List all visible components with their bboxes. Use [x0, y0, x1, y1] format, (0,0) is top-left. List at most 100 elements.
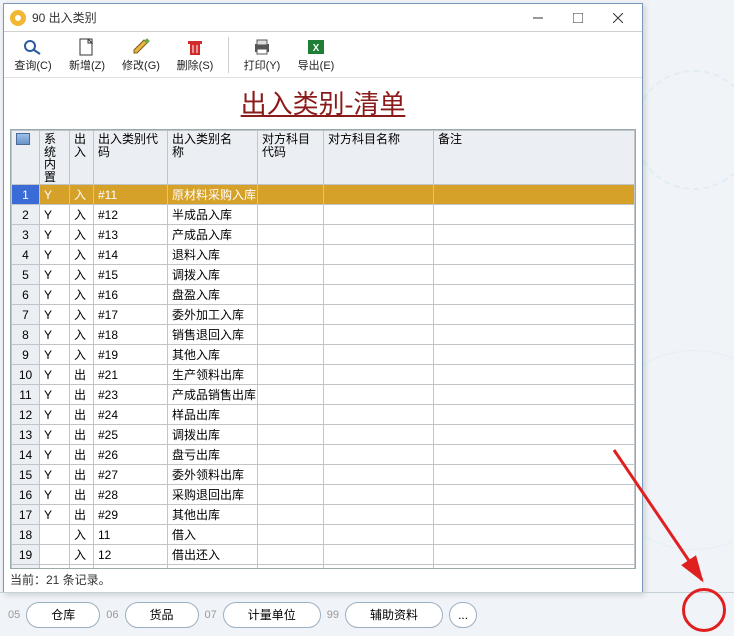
- cell[interactable]: Y: [40, 405, 70, 425]
- cell[interactable]: 借出还入: [168, 545, 258, 565]
- cell[interactable]: Y: [40, 305, 70, 325]
- row-number[interactable]: 19: [12, 545, 40, 565]
- cell[interactable]: [434, 185, 635, 205]
- cell[interactable]: [324, 285, 434, 305]
- cell[interactable]: [324, 245, 434, 265]
- cell[interactable]: [324, 325, 434, 345]
- cell[interactable]: [258, 385, 324, 405]
- cell[interactable]: #16: [94, 285, 168, 305]
- cell[interactable]: [434, 485, 635, 505]
- minimize-button[interactable]: [518, 5, 558, 31]
- cell[interactable]: 出: [70, 465, 94, 485]
- cell[interactable]: [40, 565, 70, 569]
- cell[interactable]: 12: [94, 545, 168, 565]
- data-grid[interactable]: 系统 内置 出 入 出入类别代 码 出入类别名 称 对方科目 代码 对方科目名称…: [10, 129, 636, 569]
- col-code[interactable]: 出入类别代 码: [94, 131, 168, 185]
- cell[interactable]: 销售退回入库: [168, 325, 258, 345]
- cell[interactable]: 入: [70, 525, 94, 545]
- cell[interactable]: #17: [94, 305, 168, 325]
- row-number[interactable]: 2: [12, 205, 40, 225]
- cell[interactable]: #26: [94, 445, 168, 465]
- table-row[interactable]: 1Y入#11原材料采购入库: [12, 185, 635, 205]
- delete-button[interactable]: 删除(S): [172, 37, 218, 73]
- row-number[interactable]: 9: [12, 345, 40, 365]
- new-button[interactable]: 新增(Z): [64, 37, 110, 73]
- col-remark[interactable]: 备注: [434, 131, 635, 185]
- row-number[interactable]: 15: [12, 465, 40, 485]
- cell[interactable]: [434, 565, 635, 569]
- auxiliary-button[interactable]: 辅助资料: [345, 602, 443, 628]
- row-number[interactable]: 13: [12, 425, 40, 445]
- cell[interactable]: 产成品入库: [168, 225, 258, 245]
- cell[interactable]: Y: [40, 485, 70, 505]
- cell[interactable]: 入: [70, 265, 94, 285]
- cell[interactable]: [324, 225, 434, 245]
- cell[interactable]: Y: [40, 425, 70, 445]
- cell[interactable]: 采购退回出库: [168, 485, 258, 505]
- cell[interactable]: [324, 445, 434, 465]
- table-row[interactable]: 7Y入#17委外加工入库: [12, 305, 635, 325]
- cell[interactable]: [258, 545, 324, 565]
- cell[interactable]: [258, 525, 324, 545]
- cell[interactable]: Y: [40, 385, 70, 405]
- cell[interactable]: 样品出库: [168, 405, 258, 425]
- row-number[interactable]: 17: [12, 505, 40, 525]
- cell[interactable]: [324, 405, 434, 425]
- cell[interactable]: Y: [40, 205, 70, 225]
- cell[interactable]: 委外领料出库: [168, 465, 258, 485]
- cell[interactable]: #25: [94, 425, 168, 445]
- cell[interactable]: [324, 305, 434, 325]
- cell[interactable]: [258, 365, 324, 385]
- cell[interactable]: #19: [94, 345, 168, 365]
- table-row[interactable]: 14Y出#26盘亏出库: [12, 445, 635, 465]
- cell[interactable]: 原材料采购入库: [168, 185, 258, 205]
- table-row[interactable]: 15Y出#27委外领料出库: [12, 465, 635, 485]
- cell[interactable]: [258, 425, 324, 445]
- edit-button[interactable]: 修改(G): [118, 37, 164, 73]
- table-row[interactable]: 8Y入#18销售退回入库: [12, 325, 635, 345]
- cell[interactable]: [324, 525, 434, 545]
- cell[interactable]: 出: [70, 425, 94, 445]
- cell[interactable]: 调拨出库: [168, 425, 258, 445]
- cell[interactable]: [324, 565, 434, 569]
- row-number[interactable]: 10: [12, 365, 40, 385]
- table-row[interactable]: 9Y入#19其他入库: [12, 345, 635, 365]
- cell[interactable]: [434, 445, 635, 465]
- cell[interactable]: Y: [40, 345, 70, 365]
- cell[interactable]: [324, 185, 434, 205]
- cell[interactable]: 盘盈入库: [168, 285, 258, 305]
- cell[interactable]: [434, 305, 635, 325]
- cell[interactable]: [258, 445, 324, 465]
- cell[interactable]: 生产领料出库: [168, 365, 258, 385]
- table-row[interactable]: 19入12借出还入: [12, 545, 635, 565]
- cell[interactable]: [324, 365, 434, 385]
- cell[interactable]: 入: [70, 205, 94, 225]
- row-number[interactable]: 18: [12, 525, 40, 545]
- row-number[interactable]: 7: [12, 305, 40, 325]
- cell[interactable]: [434, 465, 635, 485]
- cell[interactable]: [434, 505, 635, 525]
- row-number[interactable]: 20: [12, 565, 40, 569]
- cell[interactable]: [40, 525, 70, 545]
- row-number[interactable]: 11: [12, 385, 40, 405]
- cell[interactable]: [434, 345, 635, 365]
- cell[interactable]: #15: [94, 265, 168, 285]
- cell[interactable]: [258, 345, 324, 365]
- row-number[interactable]: 14: [12, 445, 40, 465]
- row-number[interactable]: 4: [12, 245, 40, 265]
- cell[interactable]: 11: [94, 525, 168, 545]
- row-number[interactable]: 12: [12, 405, 40, 425]
- table-row[interactable]: 12Y出#24样品出库: [12, 405, 635, 425]
- cell[interactable]: [434, 525, 635, 545]
- table-row[interactable]: 13Y出#25调拨出库: [12, 425, 635, 445]
- cell[interactable]: [258, 205, 324, 225]
- table-row[interactable]: 20出21借入还出: [12, 565, 635, 569]
- cell[interactable]: 退料入库: [168, 245, 258, 265]
- cell[interactable]: [40, 545, 70, 565]
- cell[interactable]: 入: [70, 305, 94, 325]
- cell[interactable]: #24: [94, 405, 168, 425]
- cell[interactable]: 其他出库: [168, 505, 258, 525]
- goods-button[interactable]: 货品: [125, 602, 199, 628]
- export-button[interactable]: X 导出(E): [293, 37, 339, 73]
- cell[interactable]: [258, 405, 324, 425]
